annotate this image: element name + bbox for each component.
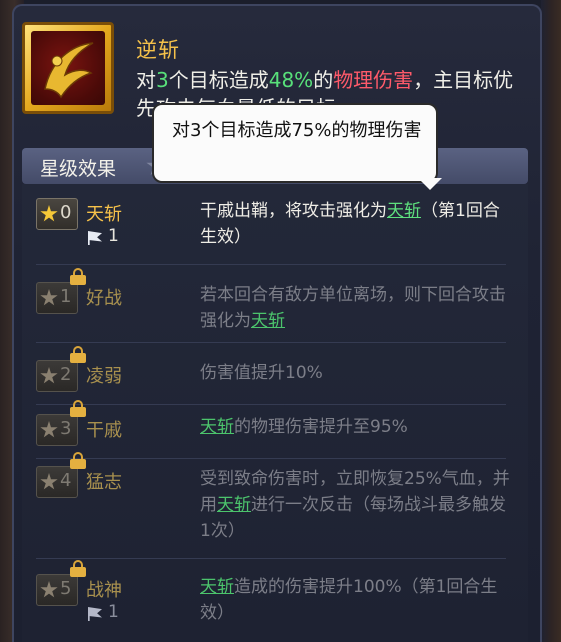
row-divider — [36, 558, 506, 559]
star-level-badge: 4 — [36, 466, 78, 498]
lock-icon — [70, 452, 86, 469]
effect-row: 1 好战 若本回合有敌方单位离场，则下回合攻击强化为天斩 — [22, 268, 528, 346]
effect-name: 干戚 — [86, 420, 122, 441]
lock-icon — [70, 268, 86, 285]
damage-percent: 48% — [268, 68, 314, 92]
effect-name: 凌弱 — [86, 366, 122, 387]
star-level-badge: 2 — [36, 360, 78, 392]
row-divider — [36, 404, 506, 405]
effect-description: 天斩造成的伤害提升100%（第1回合生效） — [200, 574, 510, 626]
flag-icon — [88, 607, 102, 621]
flag-count: 1 — [108, 226, 119, 246]
row-divider — [36, 264, 506, 265]
flag-count: 1 — [108, 602, 119, 622]
skill-link[interactable]: 天斩 — [200, 577, 234, 597]
upgrade-tooltip: 对3个目标造成75%的物理伤害 — [152, 103, 438, 183]
skill-link[interactable]: 天斩 — [387, 201, 421, 221]
star-level-number: 5 — [60, 578, 72, 599]
effect-row: 2 凌弱 伤害值提升10% — [22, 346, 528, 408]
background-scene-right — [541, 0, 561, 642]
effect-name: 猛志 — [86, 472, 122, 493]
star-level-badge: 3 — [36, 414, 78, 446]
row-divider — [36, 342, 506, 343]
desc-text: 的物理伤害提升至95% — [234, 417, 408, 437]
skill-link[interactable]: 天斩 — [217, 495, 251, 515]
skill-link[interactable]: 天斩 — [251, 311, 285, 331]
section-title: 星级效果 — [40, 158, 117, 180]
star-level-badge: 1 — [36, 282, 78, 314]
star-level-number: 4 — [60, 470, 72, 491]
effect-row: 5 战神 1 天斩造成的伤害提升100%（第1回合生效） — [22, 560, 528, 638]
effect-row: 0 天斩 1 干戚出鞘，将攻击强化为天斩（第1回合生效） — [22, 198, 528, 268]
tooltip-pointer — [418, 178, 442, 190]
star-level-number: 1 — [60, 286, 72, 307]
star-icon — [40, 289, 58, 306]
effect-row: 4 猛志 受到致命伤害时，立即恢复25%气血，并用天斩进行一次反击（每场战斗最多触发… — [22, 452, 528, 562]
effect-name: 好战 — [86, 288, 122, 309]
lock-icon — [70, 560, 86, 577]
star-icon — [40, 367, 58, 384]
desc-text: 伤害值提升10% — [200, 363, 323, 383]
star-icon — [40, 473, 58, 490]
star-icon — [40, 421, 58, 438]
star-level-number: 2 — [60, 364, 72, 385]
effect-row: 3 干戚 天斩的物理伤害提升至95% — [22, 400, 528, 462]
skill-name: 逆斩 — [136, 38, 180, 62]
star-icon — [40, 581, 58, 598]
desc-text: 个目标造成 — [168, 68, 269, 92]
desc-text: 干戚出鞘，将攻击强化为 — [200, 201, 387, 221]
desc-text: 造成的伤害提升100%（第1回合生效） — [200, 577, 498, 623]
star-icon — [40, 205, 58, 222]
star-level-badge: 0 — [36, 198, 78, 230]
target-count: 3 — [156, 68, 169, 92]
skill-link[interactable]: 天斩 — [200, 417, 234, 437]
effect-name: 战神 — [86, 580, 122, 601]
slash-emblem-icon — [44, 42, 94, 99]
effect-name: 天斩 — [86, 204, 122, 225]
star-level-badge: 5 — [36, 574, 78, 606]
row-divider — [36, 458, 506, 459]
tooltip-text: 对3个目标造成75%的物理伤害 — [172, 120, 422, 141]
lock-icon — [70, 400, 86, 417]
star-level-number: 3 — [60, 418, 72, 439]
flag-icon — [88, 231, 102, 245]
damage-type: 物理伤害 — [333, 68, 414, 92]
desc-text: 对 — [136, 68, 156, 92]
lock-icon — [70, 346, 86, 363]
effect-description: 若本回合有敌方单位离场，则下回合攻击强化为天斩 — [200, 282, 510, 334]
crimson-slash-skill-icon — [22, 22, 114, 114]
effect-description: 天斩的物理伤害提升至95% — [200, 414, 510, 440]
effect-description: 伤害值提升10% — [200, 360, 510, 386]
effect-description: 受到致命伤害时，立即恢复25%气血，并用天斩进行一次反击（每场战斗最多触发1次） — [200, 466, 510, 544]
desc-text: 若本回合有敌方单位离场，则下回合攻击强化为 — [200, 285, 506, 331]
star-level-number: 0 — [60, 202, 72, 223]
desc-text: 的 — [313, 68, 334, 92]
effect-description: 干戚出鞘，将攻击强化为天斩（第1回合生效） — [200, 198, 510, 250]
